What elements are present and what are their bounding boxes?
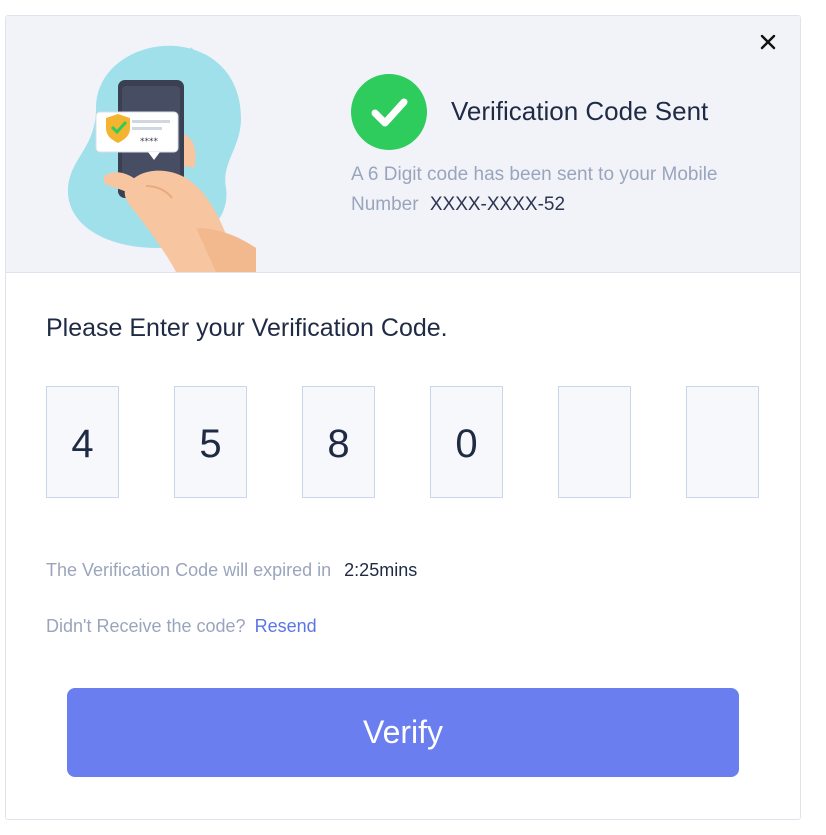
check-icon bbox=[351, 74, 427, 150]
phone-code-display: **** bbox=[140, 137, 159, 147]
resend-prompt: Didn't Receive the code? bbox=[46, 616, 246, 636]
code-prompt: Please Enter your Verification Code. bbox=[46, 314, 448, 342]
verification-dialog: **** Verification Code Sent A 6 Digit co… bbox=[5, 15, 801, 820]
code-digit-1[interactable]: 4 bbox=[46, 386, 119, 498]
masked-phone-number: XXXX-XXXX-52 bbox=[429, 194, 566, 215]
close-icon[interactable] bbox=[758, 32, 778, 52]
code-digit-4[interactable]: 0 bbox=[430, 386, 503, 498]
resend-link[interactable]: Resend bbox=[255, 616, 317, 636]
phone-verification-illustration: **** bbox=[56, 38, 256, 272]
resend-row: Didn't Receive the code? Resend bbox=[46, 616, 317, 637]
expiry-label: The Verification Code will expired in bbox=[46, 560, 332, 580]
sent-description: A 6 Digit code has been sent to your Mob… bbox=[351, 160, 771, 220]
dialog-title: Verification Code Sent bbox=[451, 96, 709, 126]
code-digit-6[interactable] bbox=[686, 386, 759, 498]
dialog-header: **** Verification Code Sent A 6 Digit co… bbox=[6, 16, 800, 273]
code-digit-2[interactable]: 5 bbox=[174, 386, 247, 498]
verify-button[interactable]: Verify bbox=[67, 688, 739, 777]
expiry-notice: The Verification Code will expired in 2:… bbox=[46, 560, 417, 581]
code-digit-5[interactable] bbox=[558, 386, 631, 498]
expiry-timer: 2:25mins bbox=[344, 560, 418, 580]
code-digit-3[interactable]: 8 bbox=[302, 386, 375, 498]
